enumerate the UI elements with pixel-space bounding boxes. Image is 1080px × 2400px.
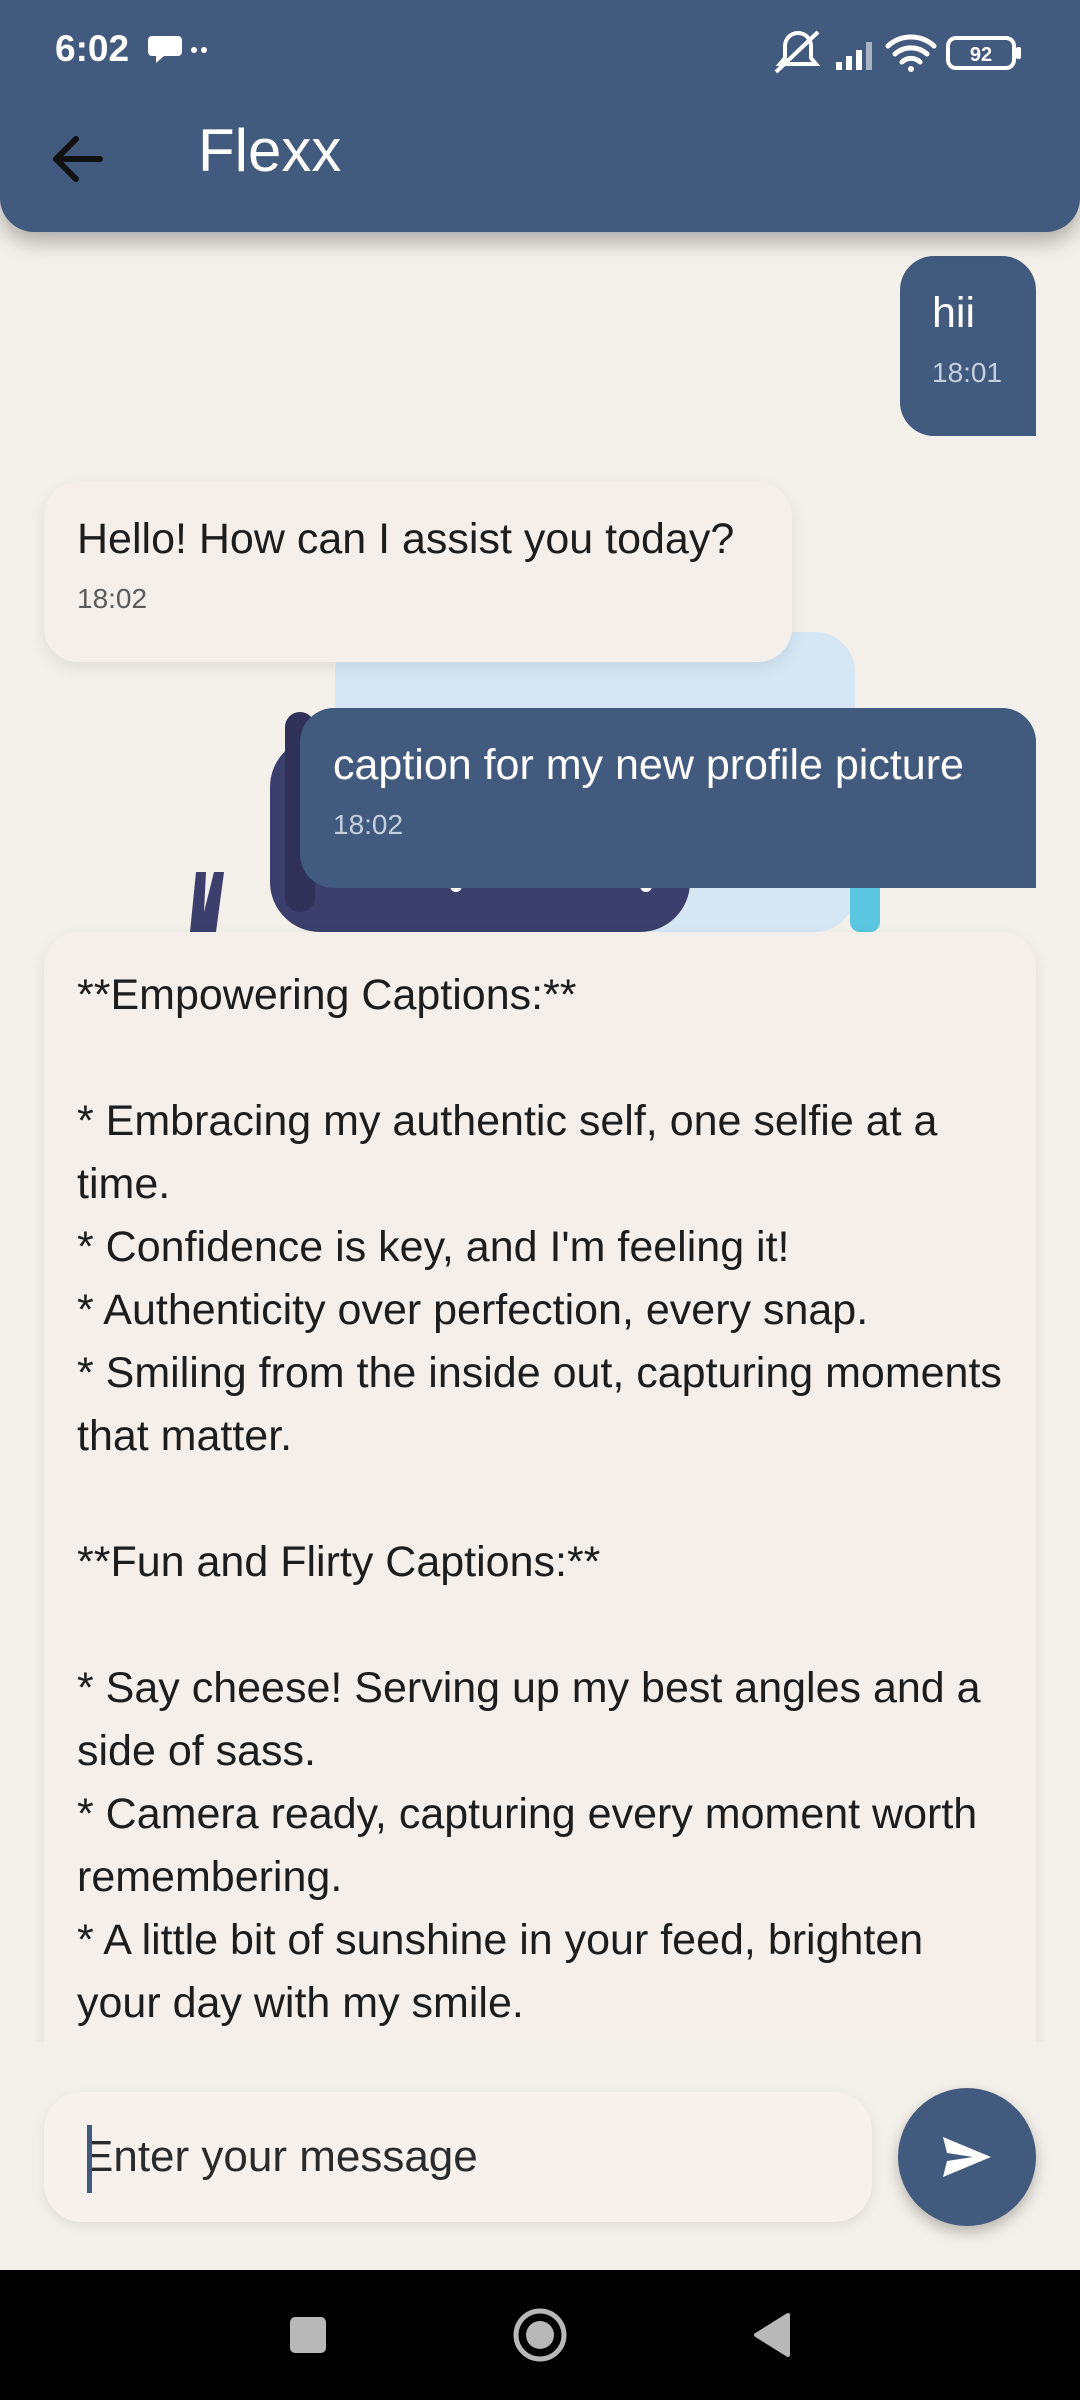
send-button[interactable] [898, 2088, 1036, 2226]
message-bubble-received[interactable]: **Empowering Captions:** * Embracing my … [44, 932, 1036, 2042]
message-bubble-received[interactable]: Hello! How can I assist you today? 18:02 [44, 482, 792, 662]
message-input[interactable] [44, 2092, 872, 2222]
signal-icon [836, 42, 872, 70]
text-cursor [87, 2125, 92, 2193]
circle-icon[interactable] [510, 2305, 570, 2365]
message-time: 18:01 [932, 357, 1003, 388]
message-text: hii [932, 289, 976, 337]
message-bubble-sent[interactable]: caption for my new profile picture 18:02 [300, 708, 1036, 888]
arrow-left-icon[interactable] [46, 127, 110, 191]
status-time: 6:02 [55, 28, 130, 69]
message-text: **Empowering Captions:** * Embracing my … [77, 971, 1002, 2027]
chat-notification-icon [148, 36, 207, 63]
battery-level: 92 [970, 44, 992, 66]
app-bar: 6:02 92 Flexx [0, 0, 1080, 232]
message-text: caption for my new profile picture [333, 741, 964, 789]
app-title: Flexx [198, 117, 342, 184]
system-status-icons: 92 [774, 30, 1021, 74]
status-bar: 6:02 92 [0, 0, 1080, 100]
message-text: Hello! How can I assist you today? [77, 515, 735, 563]
triangle-back-icon[interactable] [742, 2305, 802, 2365]
silent-icon [774, 30, 821, 74]
message-time: 18:02 [77, 583, 148, 614]
wifi-icon [885, 34, 937, 72]
message-bubble-sent[interactable]: hii 18:01 [900, 256, 1036, 436]
system-navigation-bar [0, 2270, 1080, 2400]
message-time: 18:02 [333, 809, 404, 840]
send-icon [943, 2137, 991, 2177]
chat-list[interactable]: hii 18:01 Hello! How can I assist you to… [0, 232, 1080, 2042]
square-icon[interactable] [278, 2305, 338, 2365]
